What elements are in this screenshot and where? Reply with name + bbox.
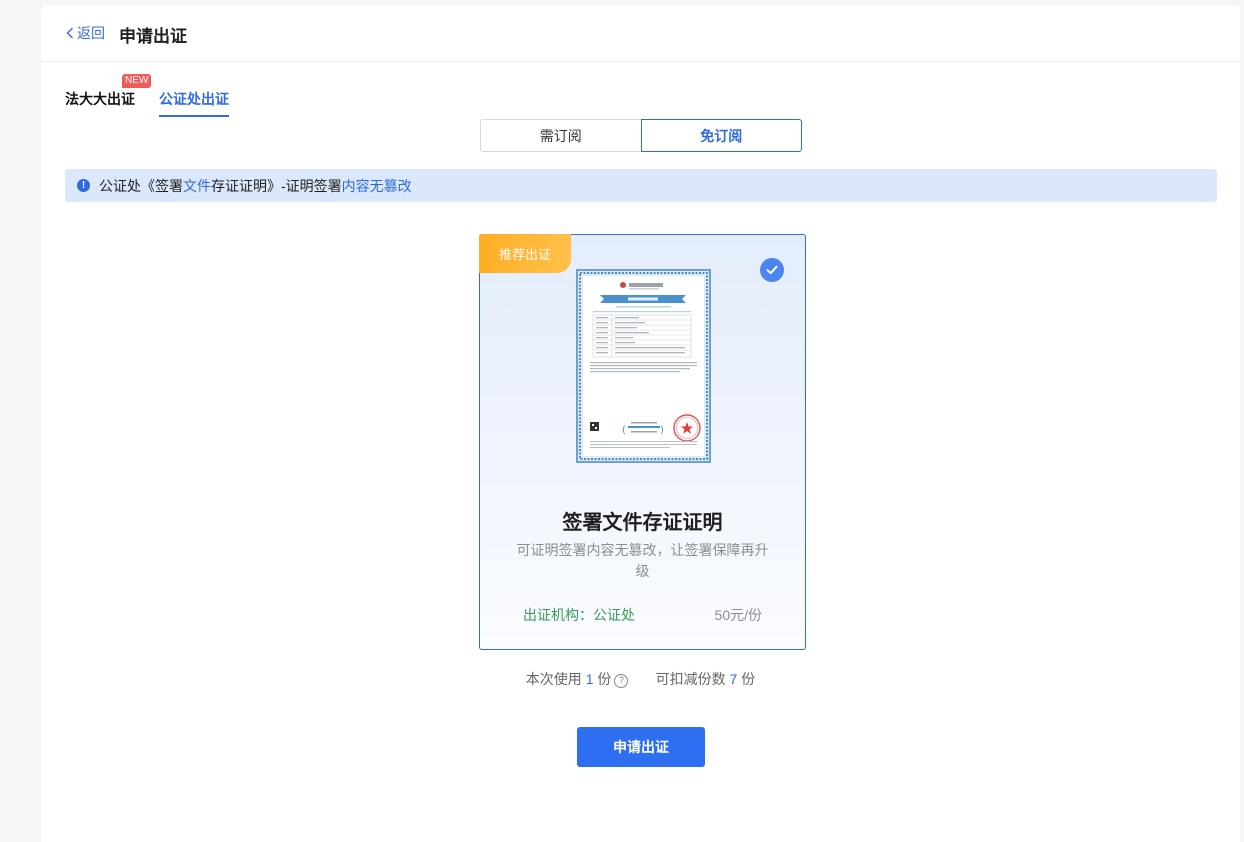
chevron-left-icon (66, 27, 73, 39)
main-panel: 返回 申请出证 法大大出证 NEW 公证处出证 需订阅 免订阅 ! 公证处《签署… (41, 5, 1240, 842)
notice-highlight: 文件 (183, 177, 211, 194)
new-badge: NEW (122, 74, 152, 88)
tab-notary[interactable]: 公证处出证 (159, 89, 229, 117)
card-price: 50元/份 (714, 607, 762, 623)
apply-certificate-button[interactable]: 申请出证 (577, 727, 705, 767)
card-description: 可证明签署内容无篡改，让签署保障再升级 (516, 542, 769, 579)
back-label: 返回 (77, 25, 105, 41)
tab-notary-label: 公证处出证 (159, 91, 229, 107)
issuing-org: 出证机构：公证处 (523, 607, 635, 623)
usage-info: 本次使用 1 份? 可扣减份数 7 份 (41, 669, 1240, 689)
svg-text:): ) (660, 425, 664, 436)
selected-check-icon (760, 258, 784, 282)
card-title: 签署文件存证证明 (562, 512, 723, 534)
notice-text: 公证处《签署文件存证证明》-证明签署内容无篡改 (99, 176, 412, 196)
svg-text:(: ( (622, 425, 626, 436)
notice-part: 公证处《签署 (99, 177, 183, 194)
help-icon[interactable]: ? (614, 673, 629, 688)
subscription-free-option[interactable]: 免订阅 (640, 119, 802, 152)
usage-prefix: 本次使用 (525, 671, 582, 687)
usage-count: 1 (585, 671, 594, 687)
subscription-toggle: 需订阅 免订阅 (480, 119, 802, 152)
subscription-required-option[interactable]: 需订阅 (480, 119, 641, 152)
notice-part: 存证证明》-证明签署 (211, 177, 342, 194)
deduct-prefix: 可扣减份数 (655, 671, 726, 687)
recommended-ribbon: 推荐出证 (479, 234, 571, 273)
deduct-count: 7 (729, 671, 738, 687)
usage-unit: 份 (597, 671, 612, 687)
certificate-card[interactable]: 推荐出证 () 签署文件存证证明 可证明签署内容无篡改，让签署保障再升级 出证… (479, 234, 806, 650)
notice-highlight: 内容无篡改 (341, 177, 412, 194)
check-icon (766, 265, 778, 275)
tab-fadada[interactable]: 法大大出证 NEW (65, 74, 152, 115)
back-button[interactable]: 返回 (66, 24, 105, 42)
page-header: 返回 申请出证 (41, 5, 1240, 62)
deduct-unit: 份 (741, 671, 756, 687)
info-notice: ! 公证处《签署文件存证证明》-证明签署内容无篡改 (65, 169, 1217, 202)
certificate-preview-image: ( ) (576, 269, 711, 463)
info-icon: ! (77, 179, 90, 192)
tab-fadada-label: 法大大出证 (65, 91, 135, 107)
page-title: 申请出证 (119, 27, 187, 46)
